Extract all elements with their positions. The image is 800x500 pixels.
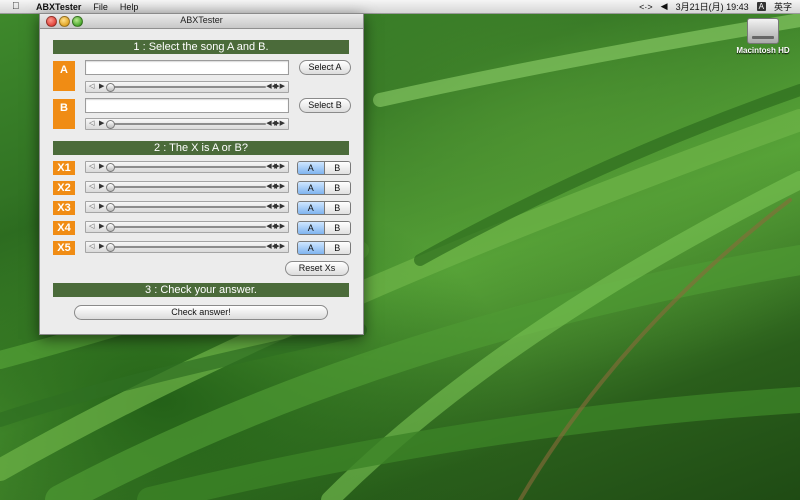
section-2-header: 2 : The X is A or B? [53,141,349,155]
seek-track[interactable] [108,206,266,208]
x5-player[interactable]: ◁ ▶ ◀◀ ▶▶ [85,241,289,253]
abxtester-window: ABXTester 1 : Select the song A and B. A… [39,13,364,335]
play-icon[interactable]: ▶ [99,183,104,191]
x4-player[interactable]: ◁ ▶ ◀◀ ▶▶ [85,221,289,233]
fast-forward-icon[interactable]: ▶▶ [274,203,285,211]
x5-label: X5 [53,241,75,255]
volume-icon[interactable]: ◁ [89,183,94,191]
seek-track[interactable] [108,246,266,248]
sync-arrows-icon[interactable]: <·> [639,2,653,12]
volume-icon[interactable]: ◁ [89,203,94,211]
volume-icon[interactable]: ◁ [89,243,94,251]
seek-knob[interactable] [106,203,115,212]
fast-forward-icon[interactable]: ▶▶ [274,83,285,91]
x3-option-a[interactable]: A [298,202,325,214]
volume-icon[interactable]: ◀ [661,1,668,12]
input-method-icon[interactable]: A [756,2,766,11]
file-menu[interactable]: File [93,2,108,12]
select-a-button[interactable]: Select A [299,60,351,75]
fast-forward-icon[interactable]: ▶▶ [274,183,285,191]
song-b-path-field[interactable] [85,98,289,113]
seek-track[interactable] [108,186,266,188]
menu-extras: <·> ◀ 3月21日(月) 19:43 A 英字 [639,0,792,13]
seek-knob[interactable] [106,120,115,129]
app-menu[interactable]: ABXTester [36,2,81,12]
title-bar[interactable]: ABXTester [40,14,363,29]
section-3-header: 3 : Check your answer. [53,283,349,297]
seek-track[interactable] [108,166,266,168]
x4-option-b[interactable]: B [324,222,350,234]
fast-forward-icon[interactable]: ▶▶ [274,120,285,128]
x1-option-a[interactable]: A [298,162,325,174]
x1-option-b[interactable]: B [324,162,350,174]
x2-ab-selector[interactable]: A B [297,181,351,195]
song-a-path-field[interactable] [85,60,289,75]
seek-knob[interactable] [106,243,115,252]
play-icon[interactable]: ▶ [99,83,104,91]
x3-ab-selector[interactable]: A B [297,201,351,215]
menu-bar:  ABXTester File Help <·> ◀ 3月21日(月) 19:… [0,0,800,14]
fast-forward-icon[interactable]: ▶▶ [274,163,285,171]
help-menu[interactable]: Help [120,2,139,12]
play-icon[interactable]: ▶ [99,243,104,251]
x2-option-a[interactable]: A [298,182,325,194]
desktop-drive[interactable]: Macintosh HD [734,18,792,55]
clock[interactable]: 3月21日(月) 19:43 [676,0,749,13]
x5-option-a[interactable]: A [298,242,325,254]
x3-option-b[interactable]: B [324,202,350,214]
play-icon[interactable]: ▶ [99,223,104,231]
volume-icon[interactable]: ◁ [89,163,94,171]
input-method-label[interactable]: 英字 [774,0,792,13]
play-icon[interactable]: ▶ [99,120,104,128]
x1-label: X1 [53,161,75,175]
x4-label: X4 [53,221,75,235]
x4-option-a[interactable]: A [298,222,325,234]
check-answer-button[interactable]: Check answer! [74,305,328,320]
fast-forward-icon[interactable]: ▶▶ [274,243,285,251]
select-b-button[interactable]: Select B [299,98,351,113]
x2-label: X2 [53,181,75,195]
x1-ab-selector[interactable]: A B [297,161,351,175]
x2-option-b[interactable]: B [324,182,350,194]
song-a-label: A [53,61,75,91]
seek-knob[interactable] [106,163,115,172]
x2-player[interactable]: ◁ ▶ ◀◀ ▶▶ [85,181,289,193]
x3-player[interactable]: ◁ ▶ ◀◀ ▶▶ [85,201,289,213]
hard-drive-icon[interactable] [747,18,779,44]
seek-knob[interactable] [106,83,115,92]
seek-track[interactable] [108,226,266,228]
volume-icon[interactable]: ◁ [89,83,94,91]
volume-icon[interactable]: ◁ [89,120,94,128]
x3-label: X3 [53,201,75,215]
x5-ab-selector[interactable]: A B [297,241,351,255]
play-icon[interactable]: ▶ [99,203,104,211]
seek-track[interactable] [108,86,266,88]
song-b-player[interactable]: ◁ ▶ ◀◀ ▶▶ [85,118,289,130]
song-b-label: B [53,99,75,129]
window-title: ABXTester [180,15,223,25]
seek-knob[interactable] [106,223,115,232]
reset-xs-button[interactable]: Reset Xs [285,261,349,276]
x4-ab-selector[interactable]: A B [297,221,351,235]
seek-track[interactable] [108,123,266,125]
song-a-player[interactable]: ◁ ▶ ◀◀ ▶▶ [85,81,289,93]
apple-menu-icon[interactable]:  [12,1,22,12]
drive-label: Macintosh HD [736,46,790,55]
fast-forward-icon[interactable]: ▶▶ [274,223,285,231]
play-icon[interactable]: ▶ [99,163,104,171]
x1-player[interactable]: ◁ ▶ ◀◀ ▶▶ [85,161,289,173]
volume-icon[interactable]: ◁ [89,223,94,231]
seek-knob[interactable] [106,183,115,192]
x5-option-b[interactable]: B [324,242,350,254]
section-1-header: 1 : Select the song A and B. [53,40,349,54]
